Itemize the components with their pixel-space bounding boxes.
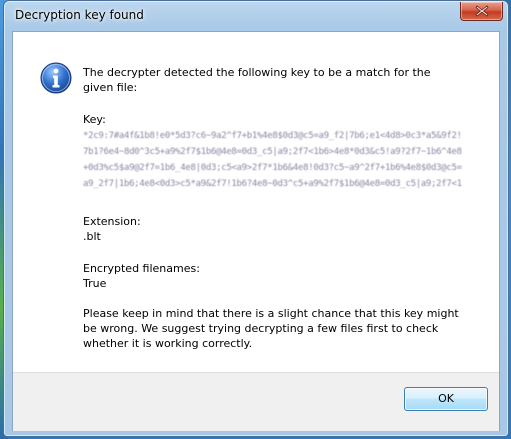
window-title: Decryption key found [15, 8, 144, 22]
key-value: *2c9:7#a4f&1b8!e0*5d3?c6~9a2^f7+b1%4e8$0… [83, 131, 462, 189]
ok-button[interactable]: OK [404, 387, 488, 411]
extension-label: Extension: [83, 215, 141, 228]
button-bar: OK [13, 372, 499, 431]
close-button[interactable] [460, 2, 503, 21]
message-area: The decrypter detected the following key… [13, 32, 499, 372]
key-label: Key: [83, 113, 106, 126]
dialog-client-area: The decrypter detected the following key… [12, 31, 500, 431]
warning-note: Please keep in mind that there is a slig… [83, 307, 459, 350]
intro-text: The decrypter detected the following key… [83, 66, 431, 94]
encrypted-filenames-value: True [83, 277, 107, 290]
dialog-window: Decryption key found The decrypter detec… [3, 0, 509, 437]
extension-value: .blt [83, 230, 101, 243]
title-bar[interactable]: Decryption key found [4, 1, 508, 31]
close-icon [475, 5, 489, 17]
information-icon [40, 62, 72, 94]
encrypted-filenames-label: Encrypted filenames: [83, 262, 200, 275]
